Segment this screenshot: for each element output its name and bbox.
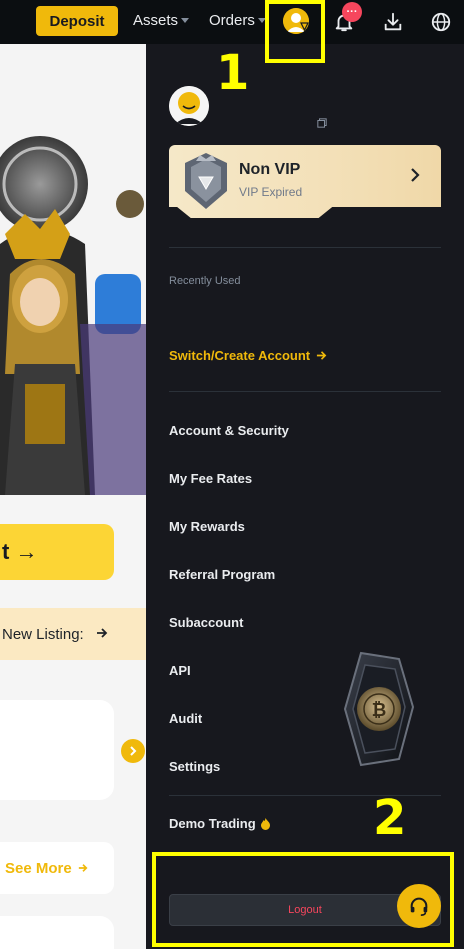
carousel-next-button[interactable] [121, 739, 145, 763]
orders-menu[interactable]: Orders [209, 12, 266, 29]
deposit-button[interactable]: Deposit [36, 6, 118, 36]
demo-trading-label: Demo Trading [169, 816, 256, 831]
vip-status-label: VIP Expired [239, 185, 303, 199]
assets-menu[interactable]: Assets [133, 12, 190, 29]
primary-cta-button[interactable]: t → [0, 524, 114, 580]
annotation-number-2: 2 [373, 790, 407, 846]
bitcoin-badge-image: ₿ [343, 649, 415, 774]
menu-item-fee-rates[interactable]: My Fee Rates [169, 471, 252, 486]
switch-create-account-link[interactable]: Switch/Create Account [169, 348, 327, 363]
profile-avatar[interactable] [169, 86, 209, 126]
download-icon [384, 12, 402, 31]
chevron-right-icon [130, 746, 137, 756]
divider [169, 247, 441, 248]
menu-item-audit[interactable]: Audit [169, 711, 202, 726]
copy-uid-button[interactable] [317, 115, 327, 133]
vip-shield-icon [185, 153, 227, 209]
arrow-right-icon [78, 864, 88, 872]
menu-item-api[interactable]: API [169, 663, 191, 678]
chevron-right-icon [411, 168, 420, 182]
account-dropdown-panel: Non VIP VIP Expired Recently Used Switch… [146, 44, 464, 949]
avatar-icon [169, 86, 209, 126]
hero-artwork [0, 44, 146, 495]
menu-item-account-security[interactable]: Account & Security [169, 423, 289, 438]
divider [169, 391, 441, 392]
top-navigation-bar: Deposit Assets Orders ··· [0, 0, 464, 44]
menu-item-settings[interactable]: Settings [169, 759, 220, 774]
see-more-label: See More [5, 859, 72, 877]
content-card [0, 700, 114, 800]
language-button[interactable] [427, 8, 455, 36]
assets-label: Assets [133, 12, 179, 29]
annotation-number-1: 1 [216, 45, 250, 101]
switch-account-label: Switch/Create Account [169, 348, 311, 363]
caret-down-icon [181, 18, 190, 23]
see-more-link[interactable]: See More [0, 842, 114, 894]
content-card [0, 916, 114, 949]
menu-item-subaccount[interactable]: Subaccount [169, 615, 243, 630]
notification-badge: ··· [342, 2, 362, 22]
annotation-box-2 [152, 852, 454, 947]
arrow-right-icon [96, 626, 108, 643]
new-listing-banner[interactable]: New Listing: [0, 608, 146, 660]
orders-label: Orders [209, 12, 255, 29]
svg-text:₿: ₿ [372, 700, 387, 721]
hero-banner-image [0, 44, 146, 495]
download-button[interactable] [379, 8, 407, 36]
menu-item-referral-program[interactable]: Referral Program [169, 567, 275, 582]
vip-level-label: Non VIP [239, 161, 301, 178]
flame-icon [260, 818, 270, 830]
vip-status-card[interactable]: Non VIP VIP Expired [169, 145, 441, 218]
background-page: t → New Listing: See More [0, 44, 146, 949]
annotation-box-1 [265, 0, 325, 63]
new-listing-label: New Listing: [2, 625, 84, 643]
recently-used-heading: Recently Used [169, 275, 241, 287]
arrow-right-icon [317, 351, 327, 360]
copy-icon [317, 118, 327, 128]
globe-icon [431, 12, 451, 32]
menu-item-rewards[interactable]: My Rewards [169, 519, 245, 534]
menu-item-demo-trading[interactable]: Demo Trading [169, 816, 271, 831]
